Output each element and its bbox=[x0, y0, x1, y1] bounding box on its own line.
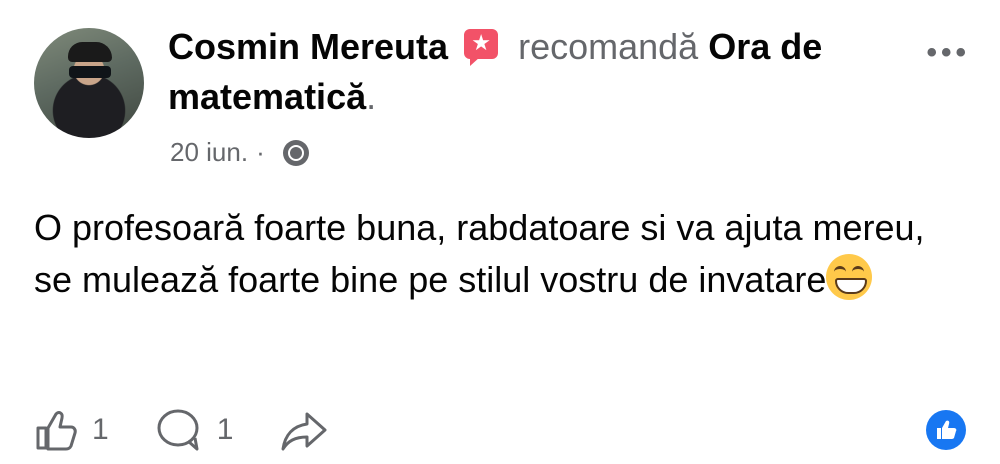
meta-separator: · bbox=[256, 137, 265, 167]
like-count: 1 bbox=[92, 413, 109, 446]
comment-button[interactable]: 1 bbox=[155, 408, 234, 452]
avatar-hair bbox=[68, 42, 112, 62]
post-header: Cosmin Mereuta ★ recomandă Ora de matema… bbox=[168, 22, 908, 122]
thumbs-up-icon bbox=[937, 420, 957, 439]
post-text-content: O profesoară foarte buna, rabdatoare si … bbox=[34, 207, 925, 300]
recommends-text: recomandă bbox=[518, 26, 699, 67]
post-text: O profesoară foarte buna, rabdatoare si … bbox=[34, 202, 934, 306]
post-date[interactable]: 20 iun. bbox=[170, 137, 248, 168]
author-avatar[interactable] bbox=[34, 28, 144, 138]
grinning-emoji bbox=[826, 254, 873, 300]
star-badge-icon: ★ bbox=[464, 29, 499, 66]
avatar-glasses bbox=[69, 66, 111, 78]
post-meta: 20 iun. · bbox=[170, 137, 309, 168]
thumbs-up-icon bbox=[36, 411, 77, 451]
comment-count: 1 bbox=[216, 413, 234, 446]
more-options-icon[interactable]: ••• bbox=[926, 36, 970, 70]
action-bar: 1 1 bbox=[34, 408, 389, 452]
globe-icon[interactable] bbox=[282, 139, 309, 166]
like-button[interactable]: 1 bbox=[34, 408, 109, 452]
share-icon bbox=[281, 412, 327, 451]
like-reaction-icon[interactable] bbox=[926, 410, 966, 450]
author-name[interactable]: Cosmin Mereuta bbox=[168, 26, 448, 67]
comment-icon bbox=[157, 409, 199, 451]
page-name-suffix: . bbox=[366, 76, 377, 117]
share-button[interactable] bbox=[279, 408, 343, 452]
